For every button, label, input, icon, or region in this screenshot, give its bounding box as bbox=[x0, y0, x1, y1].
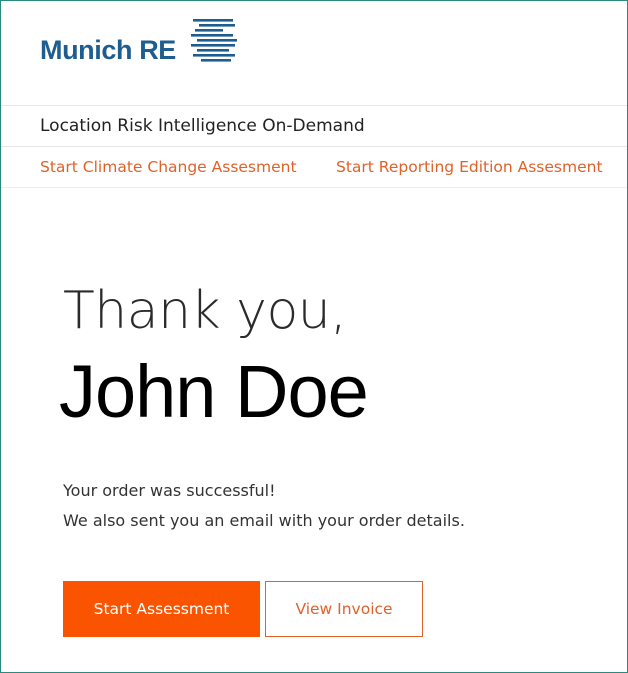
order-success-message: Your order was successful! bbox=[63, 481, 276, 500]
thank-you-heading: Thank you, bbox=[63, 281, 347, 341]
nav-link-climate-change[interactable]: Start Climate Change Assesment bbox=[40, 158, 297, 176]
logo-wordmark[interactable]: Munich RE bbox=[40, 35, 176, 66]
view-invoice-button[interactable]: View Invoice bbox=[265, 581, 423, 637]
email-sent-message: We also sent you an email with your orde… bbox=[63, 511, 465, 530]
start-assessment-button[interactable]: Start Assessment bbox=[63, 581, 260, 637]
customer-name: John Doe bbox=[59, 350, 369, 433]
logo-mark-svg bbox=[191, 19, 237, 62]
app-title-bar: Location Risk Intelligence On-Demand bbox=[1, 106, 627, 147]
app-title: Location Risk Intelligence On-Demand bbox=[40, 116, 365, 136]
site-header: Munich RE bbox=[1, 1, 627, 106]
page-frame: Munich RE Location Risk Intelligence On-… bbox=[0, 0, 628, 673]
nav-link-reporting-edition[interactable]: Start Reporting Edition Assesment bbox=[336, 158, 603, 176]
nav-bar: Start Climate Change Assesment Start Rep… bbox=[1, 147, 627, 188]
munich-re-logo-mark-icon[interactable] bbox=[191, 19, 237, 67]
